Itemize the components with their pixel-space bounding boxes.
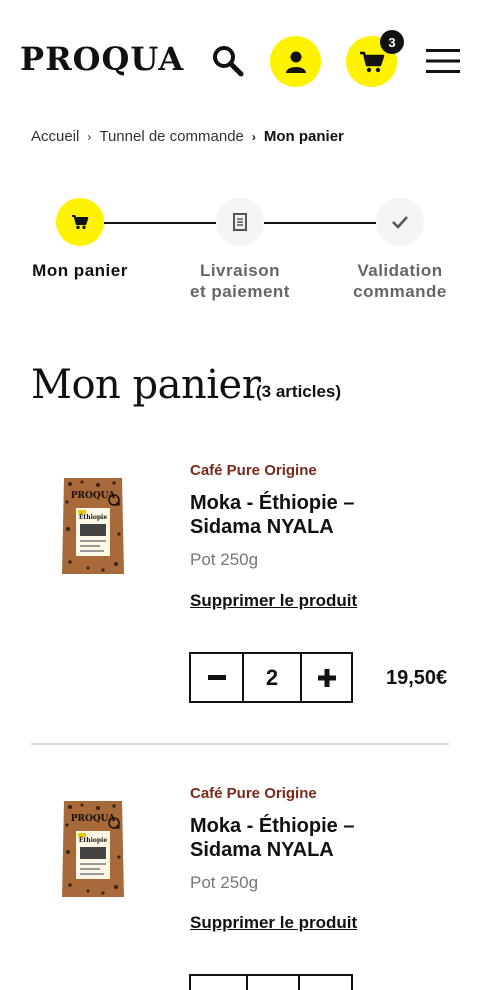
account-button[interactable] [270,36,321,87]
chevron-right-icon: › [87,129,92,144]
plus-icon [317,668,336,687]
hamburger-icon [426,49,460,73]
stepper-connector [264,222,376,224]
step-label-delivery: Livraison et paiement [190,261,290,301]
breadcrumb: Accueil › Tunnel de commande › Mon panie… [31,128,344,145]
chevron-right-icon: › [251,129,256,144]
step-delivery[interactable] [216,198,264,246]
divider [31,743,449,745]
product-category: Café Pure Origine [190,462,317,479]
search-icon [213,46,244,77]
user-icon [285,51,306,73]
cart-count-badge: 3 [380,30,404,54]
cart-icon [72,215,89,229]
product-name[interactable]: Moka - Éthiopie – Sidama NYALA [190,814,430,862]
checkout-stepper: Mon panier Livraison et paiement Validat… [0,198,480,328]
decrease-quantity-button[interactable] [191,654,244,701]
document-icon [233,213,247,231]
product-image[interactable]: PROQUA Éthiopie [58,797,128,901]
remove-product-link[interactable]: Supprimer le produit [190,913,357,933]
quantity-input[interactable] [248,976,300,990]
product-variant: Pot 250g [190,873,259,892]
page-title: Mon panier [31,362,261,408]
minus-icon [207,674,226,680]
product-image[interactable]: PROQUA Éthiopie [58,474,128,578]
step-label-cart: Mon panier [32,261,128,280]
step-validation[interactable] [376,198,424,246]
decrease-quantity-button[interactable] [191,976,248,990]
header: PROQUA 3 [0,0,480,110]
product-variant: Pot 250g [190,550,259,569]
step-label-validation: Validation commande [353,261,447,301]
quantity-input[interactable]: 2 [244,654,302,701]
increase-quantity-button[interactable] [300,976,349,990]
svg-text:Éthiopie: Éthiopie [79,836,107,844]
menu-button[interactable] [420,40,466,82]
step-cart[interactable] [56,198,104,246]
quantity-stepper [189,974,353,990]
search-button[interactable] [205,38,251,84]
svg-text:Éthiopie: Éthiopie [79,513,107,521]
product-name[interactable]: Moka - Éthiopie – Sidama NYALA [190,491,430,539]
check-icon [392,216,408,229]
logo[interactable]: PROQUA [20,40,184,78]
product-price: 19,50€ [386,667,448,689]
product-category: Café Pure Origine [190,785,317,802]
quantity-stepper: 2 [189,652,353,703]
breadcrumb-current: Mon panier [263,128,344,145]
stepper-connector [104,222,216,224]
breadcrumb-checkout[interactable]: Tunnel de commande [99,128,244,145]
remove-product-link[interactable]: Supprimer le produit [190,591,357,611]
increase-quantity-button[interactable] [302,654,351,701]
article-count: (3 articles) [256,382,342,401]
breadcrumb-home[interactable]: Accueil [31,128,79,145]
cart-icon [359,51,384,72]
